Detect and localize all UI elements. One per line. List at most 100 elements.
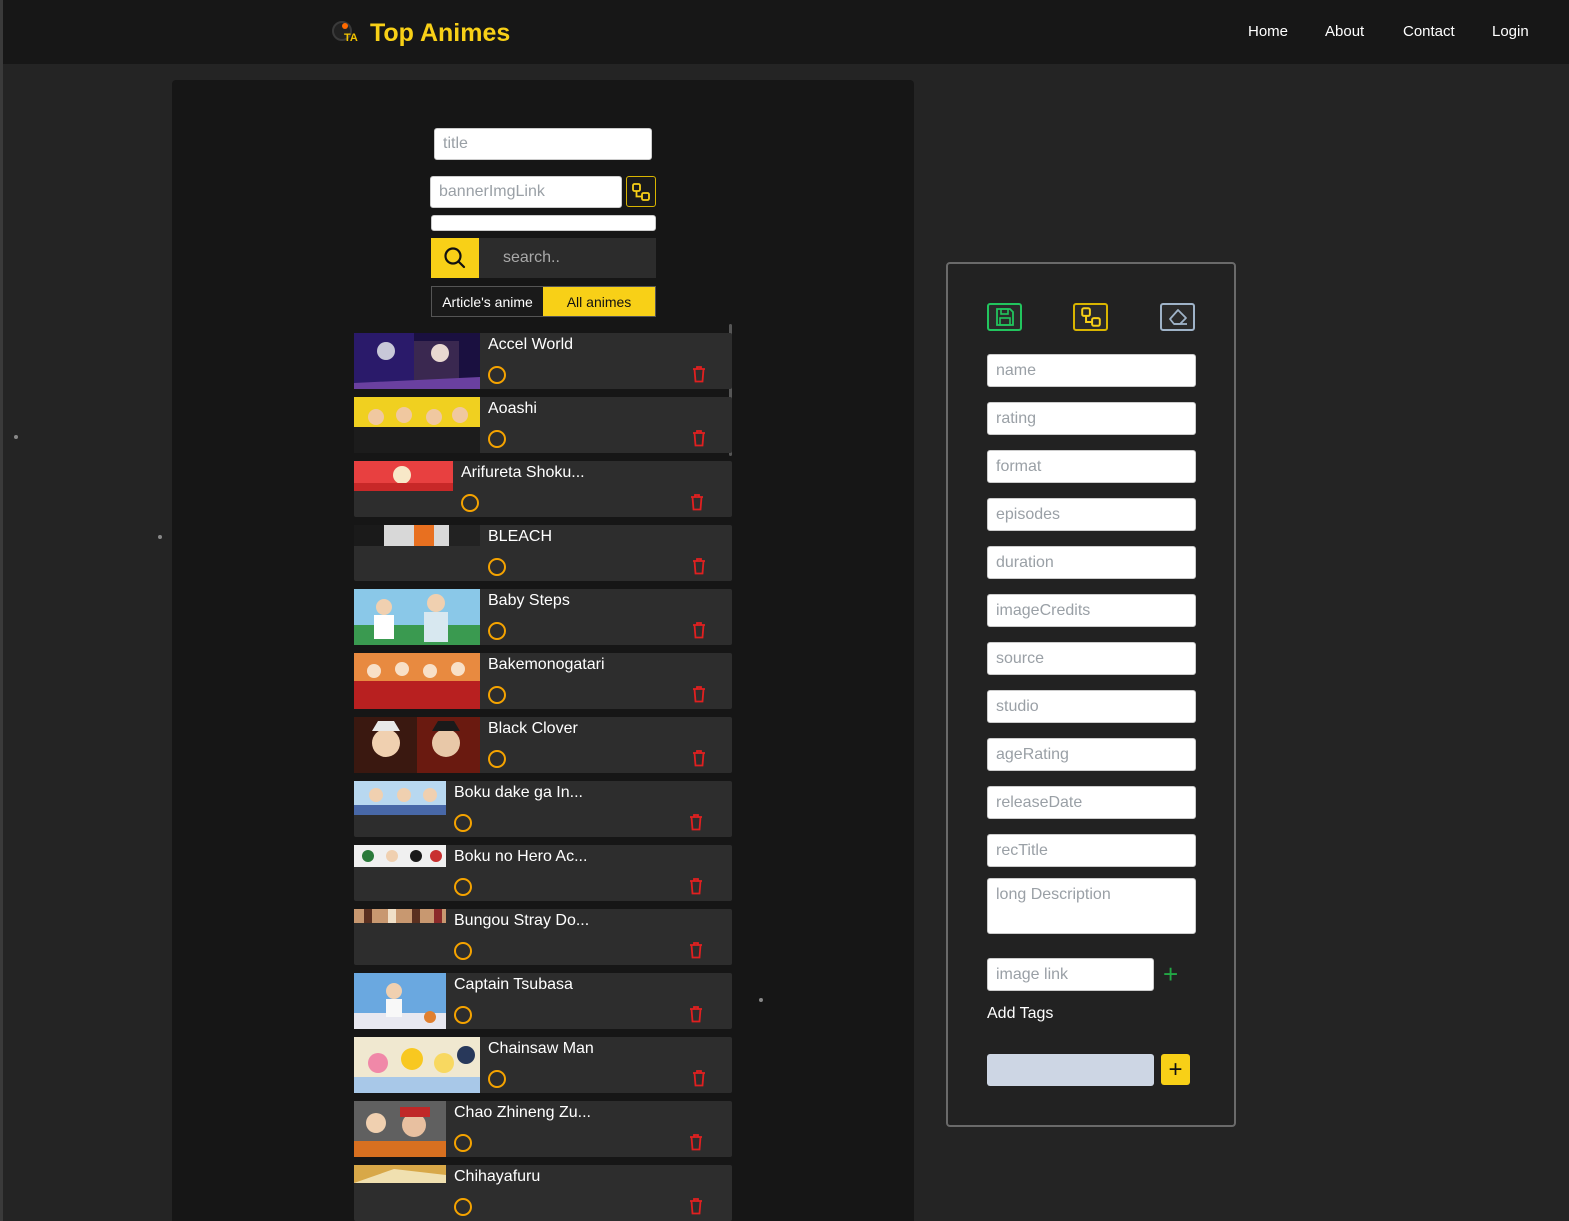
- trash-icon[interactable]: [688, 1005, 704, 1023]
- nav-about-link[interactable]: About: [1325, 23, 1364, 40]
- anime-list-item[interactable]: Accel World: [354, 333, 732, 389]
- top-navbar: TA Top Animes Home About Contact Login: [3, 0, 1569, 64]
- plus-icon: +: [1168, 1055, 1183, 1083]
- anime-list-item[interactable]: Bakemonogatari: [354, 653, 732, 709]
- add-image-plus-icon[interactable]: +: [1163, 961, 1178, 987]
- image-credits-input[interactable]: imageCredits: [987, 594, 1196, 627]
- anime-title: Chihayafuru: [454, 1168, 541, 1185]
- add-tags-label: Add Tags: [987, 1005, 1054, 1022]
- studio-input[interactable]: studio: [987, 690, 1196, 723]
- anime-list-item[interactable]: Black Clover: [354, 717, 732, 773]
- anime-thumbnail: [354, 717, 480, 773]
- source-input[interactable]: source: [987, 642, 1196, 675]
- release-date-input[interactable]: releaseDate: [987, 786, 1196, 819]
- trash-icon[interactable]: [691, 685, 707, 703]
- status-circle-icon[interactable]: [454, 1134, 472, 1152]
- anime-list-item[interactable]: Captain Tsubasa: [354, 973, 732, 1029]
- add-tag-button[interactable]: +: [1161, 1054, 1190, 1085]
- save-icon: [995, 308, 1014, 326]
- duration-input[interactable]: duration: [987, 546, 1196, 579]
- nav-links: Home About Contact Login: [3, 23, 1569, 43]
- anime-list-item[interactable]: Arifureta Shoku...: [354, 461, 732, 517]
- banner-img-link-input[interactable]: bannerImgLink: [430, 176, 622, 208]
- search-input[interactable]: search..: [479, 238, 656, 278]
- anime-title: Bakemonogatari: [488, 656, 605, 673]
- trash-icon[interactable]: [688, 1133, 704, 1151]
- status-circle-icon[interactable]: [488, 430, 506, 448]
- filter-all-animes-tab[interactable]: All animes: [543, 287, 655, 316]
- anime-list-item[interactable]: Chainsaw Man: [354, 1037, 732, 1093]
- search-icon: [444, 247, 466, 269]
- status-circle-icon[interactable]: [461, 494, 479, 512]
- name-input[interactable]: name: [987, 354, 1196, 387]
- anime-list-item[interactable]: Aoashi: [354, 397, 732, 453]
- tag-input[interactable]: [987, 1054, 1154, 1086]
- clear-form-button[interactable]: [1160, 303, 1195, 331]
- status-circle-icon[interactable]: [488, 558, 506, 576]
- anime-thumbnail: [354, 589, 480, 645]
- anime-thumbnail: [354, 1037, 480, 1093]
- status-circle-icon[interactable]: [454, 814, 472, 832]
- anime-thumbnail: [354, 653, 480, 709]
- episodes-input[interactable]: episodes: [987, 498, 1196, 531]
- anime-title: Boku dake ga In...: [454, 784, 583, 801]
- trash-icon[interactable]: [691, 365, 707, 383]
- status-circle-icon[interactable]: [488, 750, 506, 768]
- status-circle-icon[interactable]: [454, 878, 472, 896]
- status-circle-icon[interactable]: [488, 622, 506, 640]
- anime-title: Accel World: [488, 336, 574, 353]
- anime-title: Black Clover: [488, 720, 578, 737]
- nav-home-link[interactable]: Home: [1248, 23, 1288, 40]
- age-rating-input[interactable]: ageRating: [987, 738, 1196, 771]
- nav-contact-link[interactable]: Contact: [1403, 23, 1455, 40]
- anime-thumbnail: [354, 461, 453, 491]
- background-dot: [14, 435, 18, 439]
- trash-icon[interactable]: [691, 749, 707, 767]
- status-circle-icon[interactable]: [454, 942, 472, 960]
- anime-thumbnail: [354, 333, 480, 389]
- status-circle-icon[interactable]: [488, 366, 506, 384]
- rec-title-input[interactable]: recTitle: [987, 834, 1196, 867]
- trash-icon[interactable]: [689, 493, 705, 511]
- link-icon: [1080, 307, 1101, 327]
- trash-icon[interactable]: [688, 877, 704, 895]
- anime-list-item[interactable]: Bungou Stray Do...: [354, 909, 732, 965]
- status-circle-icon[interactable]: [488, 686, 506, 704]
- format-input[interactable]: format: [987, 450, 1196, 483]
- anime-title: Captain Tsubasa: [454, 976, 573, 993]
- anime-list-item[interactable]: BLEACH: [354, 525, 732, 581]
- status-circle-icon[interactable]: [454, 1006, 472, 1024]
- anime-thumbnail: [354, 1101, 446, 1157]
- search-button[interactable]: [431, 238, 479, 278]
- anime-title: BLEACH: [488, 528, 553, 545]
- image-link-input[interactable]: image link: [987, 958, 1154, 991]
- status-circle-icon[interactable]: [488, 1070, 506, 1088]
- trash-icon[interactable]: [688, 1197, 704, 1215]
- nav-login-link[interactable]: Login: [1492, 23, 1529, 40]
- anime-thumbnail: [354, 973, 446, 1029]
- title-input[interactable]: title: [434, 128, 652, 160]
- filter-article-animes-tab[interactable]: Article's anime: [432, 287, 543, 316]
- anime-title: Baby Steps: [488, 592, 570, 609]
- status-circle-icon[interactable]: [454, 1198, 472, 1216]
- anime-list-item[interactable]: Baby Steps: [354, 589, 732, 645]
- banner-link-button[interactable]: [626, 176, 656, 207]
- anime-list-item[interactable]: Chao Zhineng Zu...: [354, 1101, 732, 1157]
- link-button[interactable]: [1073, 303, 1108, 331]
- intro-textarea[interactable]: [431, 215, 656, 231]
- anime-list: Accel World Aoashi Arifureta Shoku... BL…: [354, 333, 732, 1221]
- save-button[interactable]: [987, 303, 1022, 331]
- rating-input[interactable]: rating: [987, 402, 1196, 435]
- trash-icon[interactable]: [688, 813, 704, 831]
- anime-list-item[interactable]: Chihayafuru: [354, 1165, 732, 1221]
- trash-icon[interactable]: [691, 621, 707, 639]
- anime-thumbnail: [354, 909, 446, 923]
- trash-icon[interactable]: [691, 429, 707, 447]
- trash-icon[interactable]: [691, 557, 707, 575]
- trash-icon[interactable]: [691, 1069, 707, 1087]
- anime-list-item[interactable]: Boku no Hero Ac...: [354, 845, 732, 901]
- anime-list-item[interactable]: Boku dake ga In...: [354, 781, 732, 837]
- trash-icon[interactable]: [688, 941, 704, 959]
- long-description-textarea[interactable]: long Description: [987, 878, 1196, 934]
- anime-title: Boku no Hero Ac...: [454, 848, 588, 865]
